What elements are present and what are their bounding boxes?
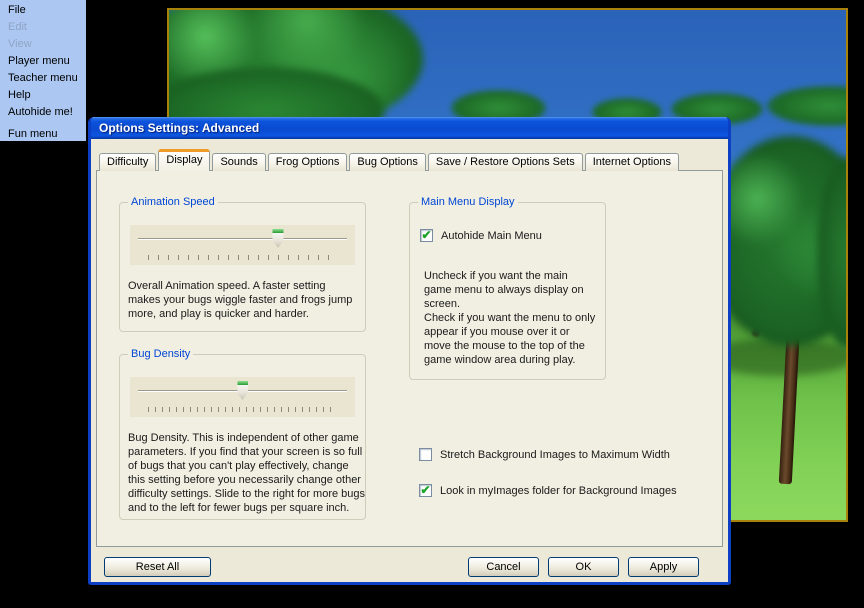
menu-item-help[interactable]: Help	[0, 87, 86, 104]
dialog-titlebar[interactable]: Options Settings: Advanced	[91, 117, 728, 139]
tab-save-restore-options-sets[interactable]: Save / Restore Options Sets	[428, 153, 583, 171]
animation-speed-group-caption: Animation Speed	[128, 196, 218, 209]
bug-density-slider-thumb[interactable]	[237, 381, 248, 400]
reset-all-button[interactable]: Reset All	[104, 557, 211, 577]
tab-sounds[interactable]: Sounds	[212, 153, 265, 171]
dialog-body: Difficulty Display Sounds Frog Options B…	[91, 139, 728, 579]
menu-item-edit: Edit	[0, 19, 86, 36]
apply-button[interactable]: Apply	[628, 557, 699, 577]
animation-speed-slider-track[interactable]	[138, 238, 347, 240]
stretch-background-checkbox[interactable]	[419, 448, 432, 461]
main-menu-display-group-caption: Main Menu Display	[418, 196, 518, 209]
bug-density-slider-track-area[interactable]	[138, 379, 347, 403]
myimages-folder-checkbox[interactable]: ✔	[419, 484, 432, 497]
stretch-background-checkbox-row[interactable]: Stretch Background Images to Maximum Wid…	[419, 448, 670, 461]
tab-display[interactable]: Display	[158, 149, 210, 171]
options-settings-dialog: Options Settings: Advanced Difficulty Di…	[88, 117, 731, 585]
animation-speed-slider-track-area[interactable]	[138, 227, 347, 251]
tab-bug-options[interactable]: Bug Options	[349, 153, 426, 171]
myimages-folder-checkbox-row[interactable]: ✔ Look in myImages folder for Background…	[419, 484, 677, 497]
bush	[767, 86, 848, 126]
myimages-folder-label: Look in myImages folder for Background I…	[440, 485, 677, 497]
autohide-main-menu-checkbox-row[interactable]: ✔ Autohide Main Menu	[420, 229, 542, 242]
menu-item-player-menu[interactable]: Player menu	[0, 53, 86, 70]
main-game-menu: File Edit View Player menu Teacher menu …	[0, 0, 86, 141]
tab-difficulty[interactable]: Difficulty	[99, 153, 156, 171]
animation-speed-group: Animation Speed Overall Animation speed.…	[119, 202, 366, 332]
ok-button[interactable]: OK	[548, 557, 619, 577]
menu-item-fun-menu[interactable]: Fun menu	[0, 126, 86, 143]
animation-speed-slider-thumb[interactable]	[273, 229, 284, 248]
tab-strip: Difficulty Display Sounds Frog Options B…	[99, 149, 681, 171]
display-tab-page: Animation Speed Overall Animation speed.…	[96, 170, 723, 547]
main-menu-display-paragraph-1: Uncheck if you want the main game menu t…	[424, 269, 598, 311]
bug-density-group-caption: Bug Density	[128, 348, 193, 361]
dialog-title: Options Settings: Advanced	[99, 121, 259, 135]
menu-item-teacher-menu[interactable]: Teacher menu	[0, 70, 86, 87]
stretch-background-label: Stretch Background Images to Maximum Wid…	[440, 449, 670, 461]
main-menu-display-paragraph-2: Check if you want the menu to only appea…	[424, 311, 598, 367]
bug-density-slider-ticks	[148, 407, 337, 412]
animation-speed-description: Overall Animation speed. A faster settin…	[128, 279, 360, 321]
autohide-main-menu-label: Autohide Main Menu	[441, 230, 542, 242]
autohide-main-menu-checkbox[interactable]: ✔	[420, 229, 433, 242]
bug-density-description: Bug Density. This is independent of othe…	[128, 431, 366, 515]
bug-density-slider[interactable]	[130, 377, 355, 417]
animation-speed-slider[interactable]	[130, 225, 355, 265]
bug-density-group: Bug Density Bug Density. This is indepen…	[119, 354, 366, 520]
cancel-button[interactable]: Cancel	[468, 557, 539, 577]
animation-speed-slider-ticks	[148, 255, 337, 260]
menu-item-view: View	[0, 36, 86, 53]
menu-item-file[interactable]: File	[0, 2, 86, 19]
menu-item-autohide-me[interactable]: Autohide me!	[0, 104, 86, 121]
tab-internet-options[interactable]: Internet Options	[585, 153, 679, 171]
tab-frog-options[interactable]: Frog Options	[268, 153, 348, 171]
main-menu-display-group: Main Menu Display ✔ Autohide Main Menu U…	[409, 202, 606, 380]
